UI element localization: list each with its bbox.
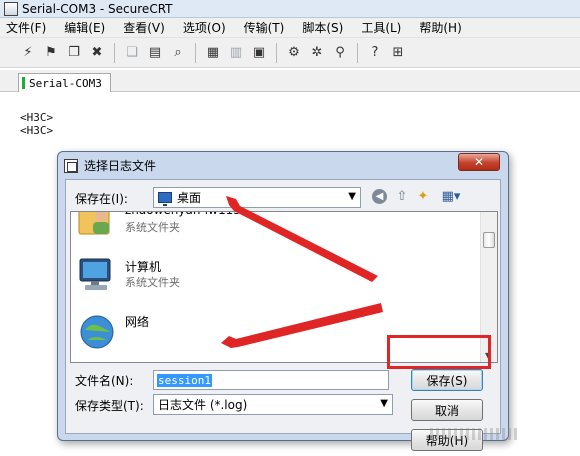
watermark — [430, 428, 520, 440]
annotation-arrows — [221, 196, 383, 348]
